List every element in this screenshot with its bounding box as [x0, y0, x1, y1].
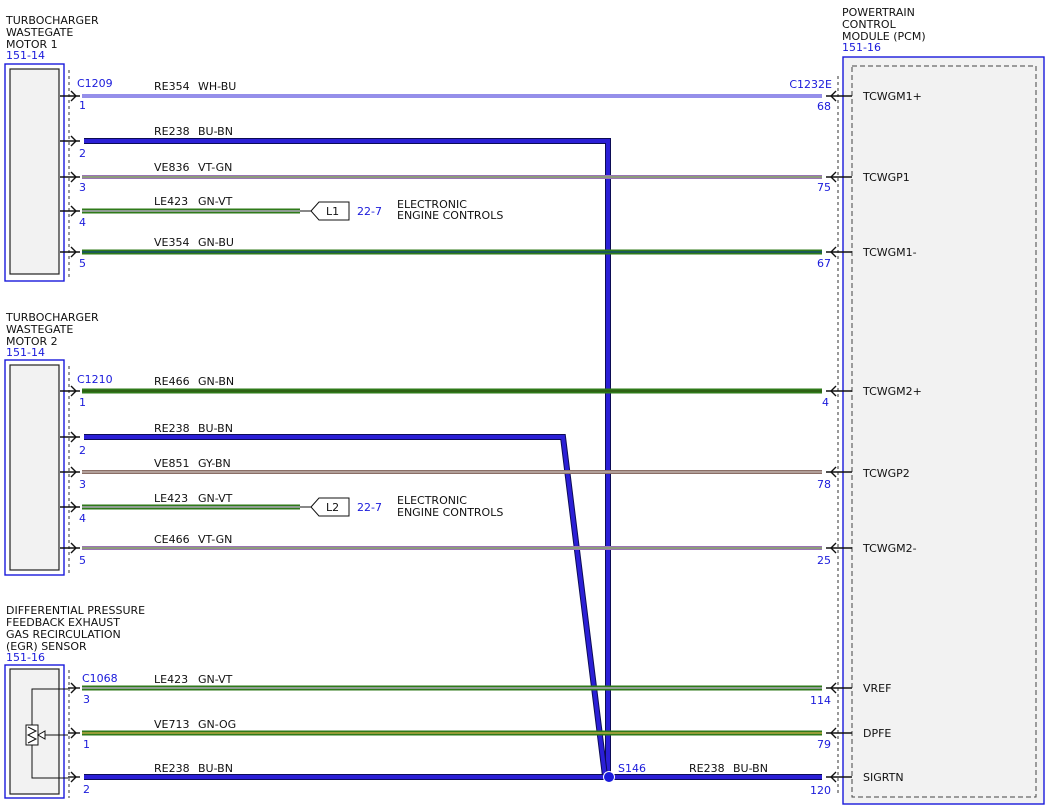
m1-p4-color: GN-VT — [198, 195, 233, 208]
m1-p3-color: VT-GN — [198, 161, 232, 174]
m1-p5-color: GN-BU — [198, 236, 234, 249]
tcwg-motor-1: TURBOCHARGER WASTEGATE MOTOR 1 151-14 C1… — [4, 14, 113, 282]
left-pin-arrows — [60, 90, 80, 783]
pin-pcm-75: 75 — [817, 181, 831, 194]
m2-p5-circuit: CE466 — [154, 533, 190, 546]
pin-pcm-4: 4 — [822, 396, 829, 409]
s-p3-circuit: LE423 — [154, 673, 188, 686]
m1-p5-circuit: VE354 — [154, 236, 189, 249]
m2-p2-circuit: RE238 — [154, 422, 190, 435]
signal-tcwgp1: TCWGP1 — [862, 171, 910, 184]
m1-p4-circuit: LE423 — [154, 195, 188, 208]
right-pin-numbers: 68 75 67 4 78 25 114 79 120 — [810, 100, 831, 797]
pin-s-2: 2 — [83, 783, 90, 796]
dpfe-sensor: DIFFERENTIAL PRESSURE FEEDBACK EXHAUST G… — [4, 604, 145, 799]
m2-p1-color: GN-BN — [198, 375, 234, 388]
dpfe-ref: 151-16 — [6, 651, 45, 664]
connector-c1210: C1210 — [77, 373, 113, 386]
pin-m1-1: 1 — [79, 99, 86, 112]
pin-m2-4: 4 — [79, 512, 86, 525]
pcm-ref: 151-16 — [842, 41, 881, 54]
m1-p1-color: WH-BU — [198, 80, 236, 93]
m2-p4-circuit: LE423 — [154, 492, 188, 505]
pin-pcm-114: 114 — [810, 694, 831, 707]
pin-pcm-67: 67 — [817, 257, 831, 270]
ref-page-l1: 22-7 — [357, 205, 382, 218]
offpage-ref-l1: L1 22-7 ELECTRONIC ENGINE CONTROLS — [300, 198, 503, 222]
tcwg2-ref: 151-14 — [6, 346, 45, 359]
pin-m2-5: 5 — [79, 554, 86, 567]
connector-c1068: C1068 — [82, 672, 118, 685]
m1-p1-circuit: RE354 — [154, 80, 190, 93]
pin-pcm-78: 78 — [817, 478, 831, 491]
m1-p3-circuit: VE836 — [154, 161, 189, 174]
s-p1-circuit: VE713 — [154, 718, 189, 731]
pin-m1-3: 3 — [79, 181, 86, 194]
pin-pcm-68: 68 — [817, 100, 831, 113]
pin-m2-2: 2 — [79, 444, 86, 457]
s-p2-color: BU-BN — [198, 762, 233, 775]
ref-desc-l1-line-2: ENGINE CONTROLS — [397, 209, 503, 222]
pin-s-3: 3 — [83, 693, 90, 706]
ref-page-l2: 22-7 — [357, 501, 382, 514]
s-out-circuit: RE238 — [689, 762, 725, 775]
pin-m2-1: 1 — [79, 396, 86, 409]
pin-pcm-25: 25 — [817, 554, 831, 567]
left-pin-numbers: 1 2 3 4 5 1 2 3 4 5 3 1 2 — [79, 99, 90, 796]
m2-p2-color: BU-BN — [198, 422, 233, 435]
pin-pcm-120: 120 — [810, 784, 831, 797]
m1-p2-color: BU-BN — [198, 125, 233, 138]
m2-p1-circuit: RE466 — [154, 375, 190, 388]
pin-m1-5: 5 — [79, 257, 86, 270]
m2-p5-color: VT-GN — [198, 533, 232, 546]
s-p1-color: GN-OG — [198, 718, 236, 731]
s-p2-circuit: RE238 — [154, 762, 190, 775]
pin-m2-3: 3 — [79, 478, 86, 491]
connector-c1232e: C1232E — [789, 78, 832, 91]
signal-sigrtn: SIGRTN — [863, 771, 904, 784]
s-p3-color: GN-VT — [198, 673, 233, 686]
signal-dpfe: DPFE — [863, 727, 891, 740]
m2-p3-circuit: VE851 — [154, 457, 189, 470]
ref-desc-l2-line-2: ENGINE CONTROLS — [397, 506, 503, 519]
pin-pcm-79: 79 — [817, 738, 831, 751]
pin-m1-4: 4 — [79, 216, 86, 229]
signal-tcwgm2-plus: TCWGM2+ — [862, 385, 922, 398]
tcwg1-ref: 151-14 — [6, 49, 45, 62]
signal-tcwgm2-minus: TCWGM2- — [862, 542, 917, 555]
ref-tag-l2: L2 — [326, 501, 339, 514]
tcwg-motor-2: TURBOCHARGER WASTEGATE MOTOR 2 151-14 C1… — [4, 311, 113, 576]
m2-p3-color: GY-BN — [198, 457, 231, 470]
m1-p2-circuit: RE238 — [154, 125, 190, 138]
signal-vref: VREF — [863, 682, 891, 695]
signal-tcwgp2: TCWGP2 — [862, 467, 910, 480]
offpage-ref-l2: L2 22-7 ELECTRONIC ENGINE CONTROLS — [300, 494, 503, 519]
connector-c1209: C1209 — [77, 77, 113, 90]
signal-tcwgm1-minus: TCWGM1- — [862, 246, 917, 259]
splice-s146-label: S146 — [618, 762, 646, 775]
pin-m1-2: 2 — [79, 147, 86, 160]
pin-s-1: 1 — [83, 738, 90, 751]
m2-p4-color: GN-VT — [198, 492, 233, 505]
signal-tcwgm1-plus: TCWGM1+ — [862, 90, 922, 103]
s-out-color: BU-BN — [733, 762, 768, 775]
wire-labels: RE354 WH-BU RE238 BU-BN VE836 VT-GN LE42… — [154, 80, 768, 775]
ref-tag-l1: L1 — [326, 205, 339, 218]
